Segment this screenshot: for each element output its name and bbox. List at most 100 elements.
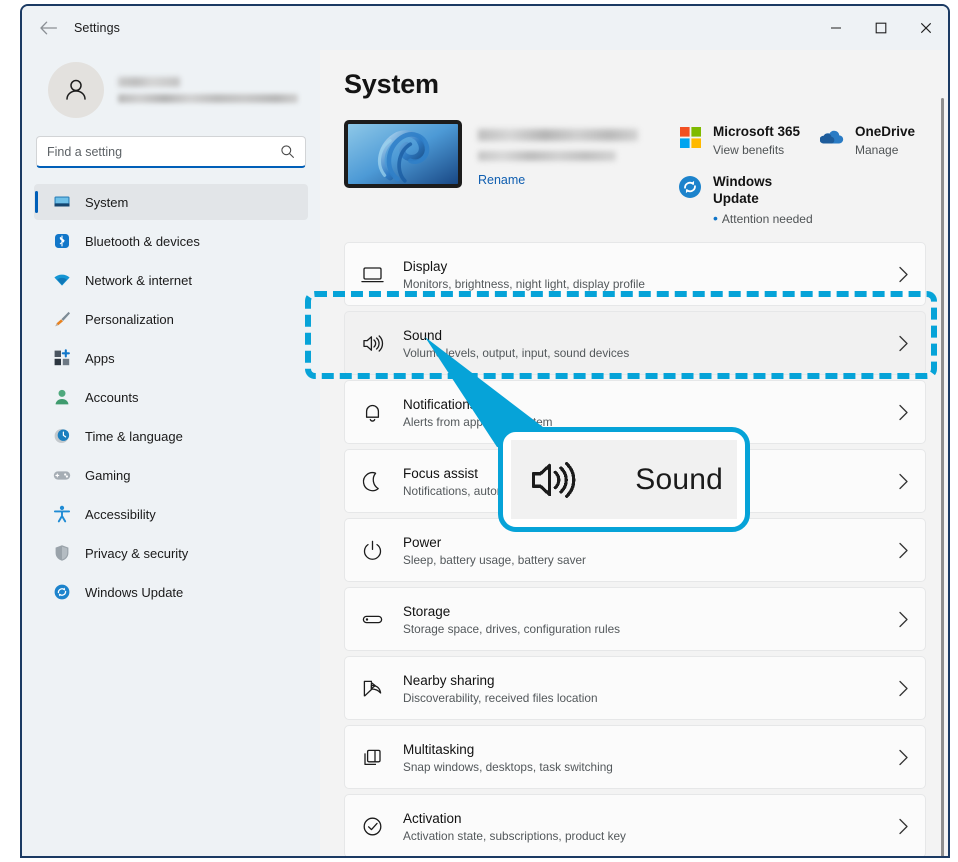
chevron-right-icon <box>898 266 909 283</box>
back-button[interactable] <box>31 13 65 43</box>
paintbrush-icon <box>52 310 71 329</box>
sidebar-item-label: Windows Update <box>85 585 183 600</box>
sidebar-item-label: System <box>85 195 128 210</box>
settings-row-nearby-sharing[interactable]: Nearby sharing Discoverability, received… <box>344 656 926 720</box>
quick-link-text: Microsoft 365 View benefits <box>713 123 800 157</box>
quick-link-title: OneDrive <box>855 123 915 140</box>
settings-row-subtitle: Activation state, subscriptions, product… <box>403 829 898 843</box>
apps-icon <box>52 349 71 368</box>
power-icon <box>357 535 387 565</box>
sidebar-item-windows-update[interactable]: Windows Update <box>34 574 308 610</box>
wifi-icon <box>52 271 71 290</box>
device-block: Rename <box>344 120 638 226</box>
quick-link-title: Microsoft 365 <box>713 123 800 140</box>
storage-icon <box>357 604 387 634</box>
sidebar-item-label: Accounts <box>85 390 138 405</box>
settings-row-title: Notifications <box>403 396 898 413</box>
settings-window: Settings <box>20 4 950 858</box>
settings-list: Display Monitors, brightness, night ligh… <box>344 242 948 858</box>
clock-icon <box>52 427 71 446</box>
settings-row-sound[interactable]: Sound Volume levels, output, input, soun… <box>344 311 926 375</box>
search-icon <box>280 144 295 159</box>
sidebar-item-label: Gaming <box>85 468 131 483</box>
account-card[interactable] <box>34 50 308 132</box>
settings-row-subtitle: Snap windows, desktops, task switching <box>403 760 898 774</box>
settings-row-subtitle: Alerts from apps and system <box>403 415 898 429</box>
sidebar-item-time-language[interactable]: Time & language <box>34 418 308 454</box>
quick-link-text: Windows Update Attention needed <box>713 173 820 226</box>
bluetooth-icon <box>52 232 71 251</box>
settings-row-text: Storage Storage space, drives, configura… <box>403 603 898 636</box>
sidebar-item-label: Bluetooth & devices <box>85 234 200 249</box>
sidebar-item-personalization[interactable]: Personalization <box>34 301 308 337</box>
display-icon <box>357 259 387 289</box>
sidebar: System Bluetooth & devices <box>22 50 320 858</box>
sidebar-item-label: Personalization <box>85 312 174 327</box>
sidebar-item-system[interactable]: System <box>34 184 308 220</box>
settings-row-text: Focus assist Notifications, automatic ru… <box>403 465 898 498</box>
title-bar: Settings <box>22 6 948 50</box>
rename-link[interactable]: Rename <box>478 173 638 187</box>
settings-row-display[interactable]: Display Monitors, brightness, night ligh… <box>344 242 926 306</box>
settings-row-notifications[interactable]: Notifications Alerts from apps and syste… <box>344 380 926 444</box>
sidebar-item-accounts[interactable]: Accounts <box>34 379 308 415</box>
quick-link-microsoft-365[interactable]: Microsoft 365 View benefits <box>678 123 820 157</box>
moon-icon <box>357 466 387 496</box>
minimize-button[interactable] <box>813 6 858 50</box>
settings-row-text: Display Monitors, brightness, night ligh… <box>403 258 898 291</box>
sidebar-item-accessibility[interactable]: Accessibility <box>34 496 308 532</box>
accessibility-icon <box>52 505 71 524</box>
sidebar-item-gaming[interactable]: Gaming <box>34 457 308 493</box>
chevron-right-icon <box>898 818 909 835</box>
search-box[interactable] <box>36 136 306 168</box>
quick-link-windows-update[interactable]: Windows Update Attention needed <box>678 173 820 226</box>
close-button[interactable] <box>903 6 948 50</box>
person-avatar-icon <box>61 75 91 105</box>
settings-row-subtitle: Storage space, drives, configuration rul… <box>403 622 898 636</box>
gamepad-icon <box>52 466 71 485</box>
windows-update-icon <box>678 175 702 199</box>
sidebar-item-network-internet[interactable]: Network & internet <box>34 262 308 298</box>
multitasking-icon <box>357 742 387 772</box>
settings-row-power[interactable]: Power Sleep, battery usage, battery save… <box>344 518 926 582</box>
page-title: System <box>344 69 948 100</box>
vertical-scrollbar[interactable] <box>941 98 944 858</box>
quick-links: Microsoft 365 View benefits OneDr <box>678 120 915 226</box>
quick-link-text: OneDrive Manage <box>855 123 915 157</box>
device-meta: Rename <box>478 120 638 226</box>
sidebar-item-privacy-security[interactable]: Privacy & security <box>34 535 308 571</box>
chevron-right-icon <box>898 404 909 421</box>
settings-row-text: Nearby sharing Discoverability, received… <box>403 672 898 705</box>
settings-row-subtitle: Sleep, battery usage, battery saver <box>403 553 898 567</box>
sidebar-item-label: Time & language <box>85 429 183 444</box>
sidebar-item-bluetooth-devices[interactable]: Bluetooth & devices <box>34 223 308 259</box>
settings-row-multitasking[interactable]: Multitasking Snap windows, desktops, tas… <box>344 725 926 789</box>
settings-row-activation[interactable]: Activation Activation state, subscriptio… <box>344 794 926 858</box>
settings-row-title: Power <box>403 534 898 551</box>
account-email-redacted <box>118 94 298 103</box>
chevron-right-icon <box>898 542 909 559</box>
settings-row-title: Focus assist <box>403 465 898 482</box>
account-text <box>118 77 298 103</box>
update-icon <box>52 583 71 602</box>
search-container <box>34 132 308 168</box>
search-input[interactable] <box>47 145 280 159</box>
account-name-redacted <box>118 77 180 87</box>
share-icon <box>357 673 387 703</box>
sidebar-item-label: Network & internet <box>85 273 192 288</box>
quick-link-onedrive[interactable]: OneDrive Manage <box>820 123 915 157</box>
settings-row-title: Sound <box>403 327 898 344</box>
settings-row-text: Multitasking Snap windows, desktops, tas… <box>403 741 898 774</box>
sidebar-item-apps[interactable]: Apps <box>34 340 308 376</box>
settings-row-title: Nearby sharing <box>403 672 898 689</box>
settings-row-focus-assist[interactable]: Focus assist Notifications, automatic ru… <box>344 449 926 513</box>
settings-row-title: Activation <box>403 810 898 827</box>
chevron-right-icon <box>898 335 909 352</box>
maximize-button[interactable] <box>858 6 903 50</box>
settings-row-storage[interactable]: Storage Storage space, drives, configura… <box>344 587 926 651</box>
shield-icon <box>52 544 71 563</box>
device-name-redacted <box>478 129 638 141</box>
person-icon <box>52 388 71 407</box>
quick-link-subtitle: Attention needed <box>713 210 820 226</box>
microsoft-logo-icon <box>678 125 702 149</box>
